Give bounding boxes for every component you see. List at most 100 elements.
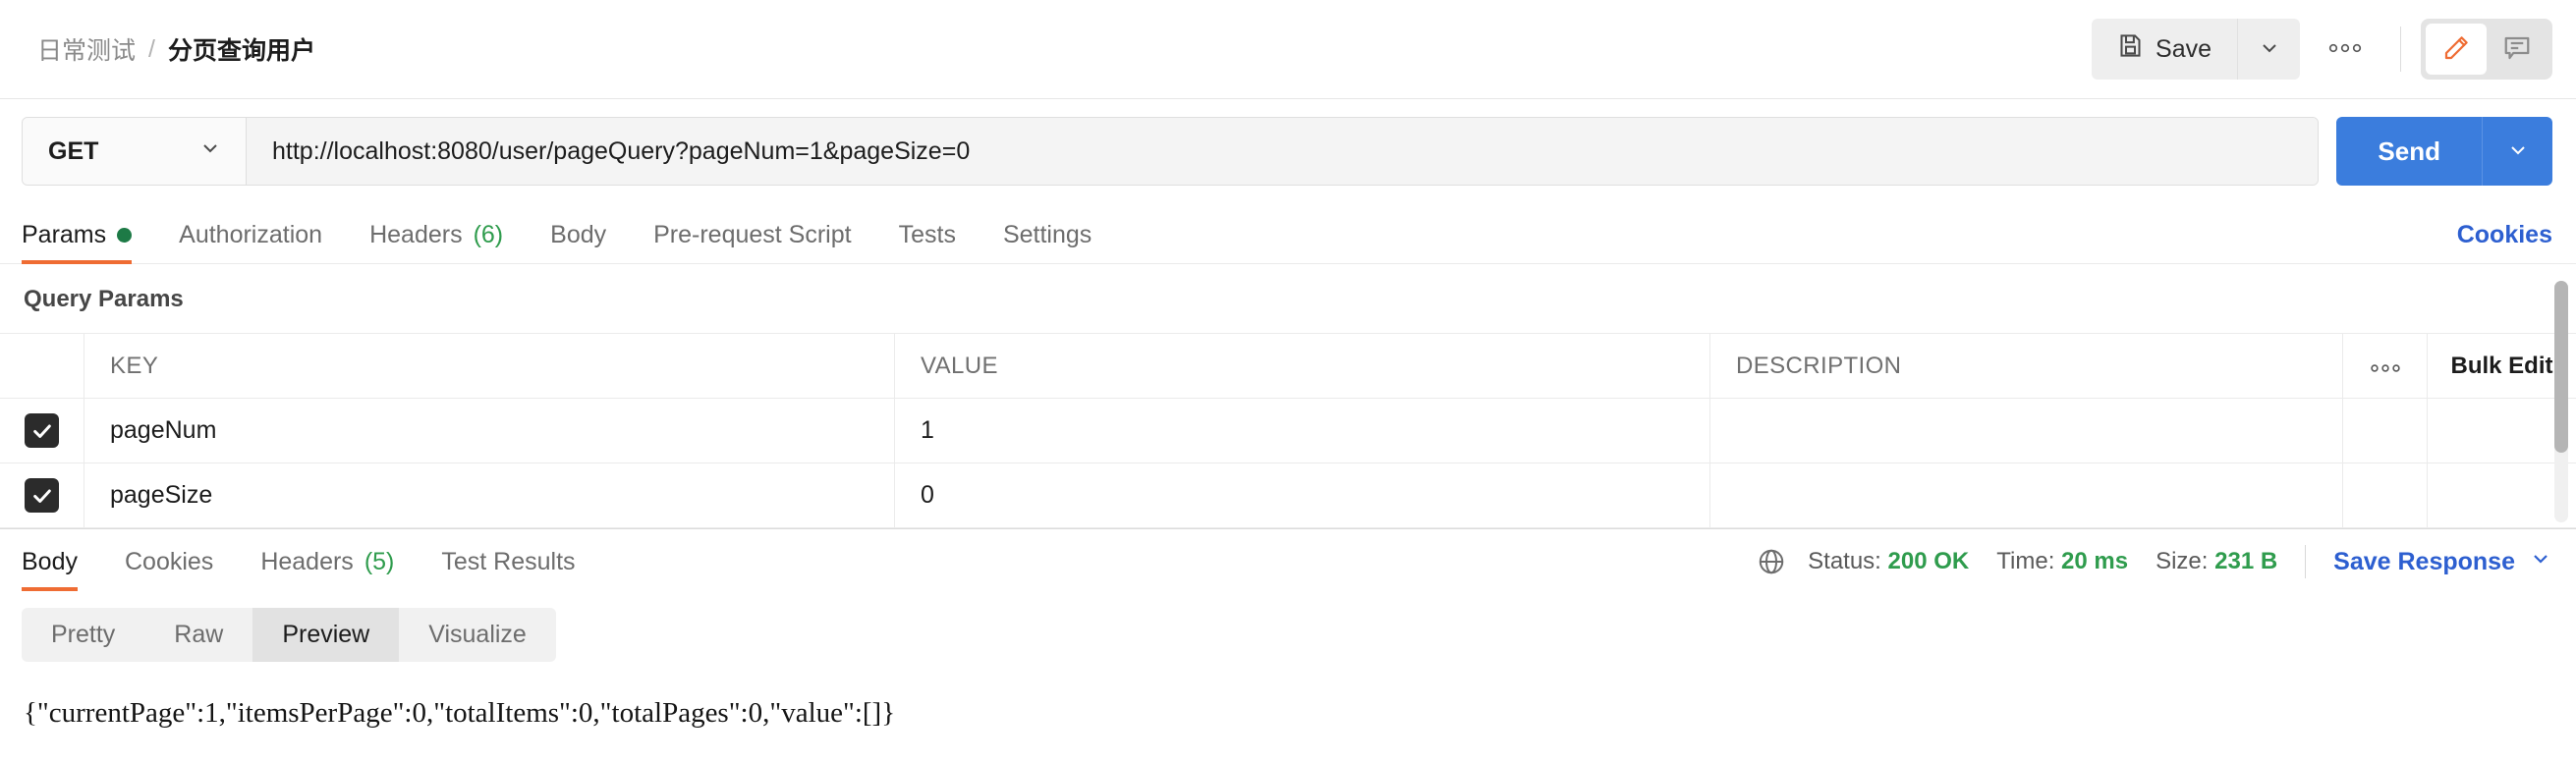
param-description-cell[interactable]	[1709, 399, 2342, 463]
header-actions: Save	[2092, 19, 2552, 80]
chevron-down-icon	[198, 136, 222, 167]
query-params-table: KEY VALUE DESCRIPTION Bulk Edit pageNum …	[0, 333, 2576, 528]
column-header-description: DESCRIPTION	[1709, 334, 2342, 398]
view-mode-raw[interactable]: Raw	[144, 608, 252, 662]
time-badge: Time: 20 ms	[1996, 548, 2128, 575]
row-spacer-dots-cell	[2342, 463, 2427, 527]
param-enabled-checkbox[interactable]	[25, 478, 59, 513]
chevron-down-icon	[2258, 36, 2281, 63]
tab-params[interactable]: Params	[22, 221, 132, 263]
response-tab-headers-label: Headers	[260, 548, 354, 576]
pencil-icon	[2441, 33, 2471, 66]
query-params-title: Query Params	[0, 264, 2576, 333]
param-enabled-checkbox[interactable]	[25, 413, 59, 448]
table-row[interactable]: pageSize 0	[0, 463, 2576, 527]
view-mode-pretty[interactable]: Pretty	[22, 608, 144, 662]
tab-headers[interactable]: Headers (6)	[369, 221, 503, 263]
tab-settings-label: Settings	[1003, 221, 1092, 249]
row-checkbox-cell	[0, 399, 84, 463]
time-value: 20 ms	[2061, 548, 2128, 574]
param-value-cell[interactable]: 1	[894, 399, 1709, 463]
param-value-cell[interactable]: 0	[894, 463, 1709, 527]
breadcrumb-current-request[interactable]: 分页查询用户	[168, 31, 315, 67]
response-tab-cookies[interactable]: Cookies	[125, 548, 213, 590]
response-tab-cookies-label: Cookies	[125, 548, 213, 576]
request-tabs: Params Authorization Headers (6) Body Pr…	[0, 203, 2576, 264]
tab-pre-request-script-label: Pre-request Script	[653, 221, 851, 249]
params-more-options-button[interactable]	[2342, 334, 2427, 398]
header-checkbox-cell	[0, 334, 84, 398]
response-tab-test-results-label: Test Results	[441, 548, 575, 576]
table-header-row: KEY VALUE DESCRIPTION Bulk Edit	[0, 333, 2576, 398]
globe-icon	[1757, 547, 1786, 576]
response-tab-headers-count: (5)	[364, 548, 395, 576]
ellipsis-icon	[2371, 353, 2400, 380]
view-mode-toggle-group	[2421, 19, 2552, 80]
comments-button[interactable]	[2487, 24, 2548, 75]
column-header-value: VALUE	[894, 334, 1709, 398]
response-tab-headers[interactable]: Headers (5)	[260, 548, 394, 590]
edit-mode-button[interactable]	[2426, 24, 2487, 75]
save-button-label: Save	[2156, 35, 2212, 64]
send-button[interactable]: Send	[2336, 117, 2482, 186]
row-spacer-dots-cell	[2342, 399, 2427, 463]
chevron-down-icon	[2529, 547, 2552, 577]
size-badge: Size: 231 B	[2156, 548, 2277, 575]
status-badge: Status: 200 OK	[1808, 548, 1969, 575]
params-modified-dot-icon	[117, 228, 132, 243]
http-method-label: GET	[48, 137, 98, 166]
size-value: 231 B	[2214, 548, 2277, 574]
chevron-down-icon	[2506, 138, 2530, 165]
response-tab-body[interactable]: Body	[22, 548, 78, 590]
request-pane-scrollbar[interactable]	[2554, 281, 2568, 522]
save-response-button[interactable]: Save Response	[2333, 547, 2552, 577]
header-divider	[2400, 27, 2401, 72]
response-tab-body-label: Body	[22, 548, 78, 576]
response-status-bar: Status: 200 OK Time: 20 ms Size: 231 B S…	[1757, 545, 2552, 590]
save-button[interactable]: Save	[2092, 19, 2237, 80]
tab-pre-request-script[interactable]: Pre-request Script	[653, 221, 851, 263]
response-body-content: {"currentPage":1,"itemsPerPage":0,"total…	[0, 662, 2576, 730]
http-method-select[interactable]: GET	[23, 118, 247, 185]
response-tab-test-results[interactable]: Test Results	[441, 548, 575, 590]
save-button-group: Save	[2092, 19, 2300, 80]
tab-settings[interactable]: Settings	[1003, 221, 1092, 263]
request-url-bar: GET Send	[0, 99, 2576, 203]
status-label: Status:	[1808, 548, 1881, 574]
ellipsis-icon	[2328, 42, 2362, 57]
status-divider	[2305, 545, 2306, 578]
tab-authorization-label: Authorization	[179, 221, 322, 249]
response-tabs: Body Cookies Headers (5) Test Results St…	[0, 529, 2576, 590]
view-mode-preview[interactable]: Preview	[252, 608, 399, 662]
tab-body-label: Body	[550, 221, 606, 249]
column-header-key: KEY	[84, 334, 894, 398]
param-key-cell[interactable]: pageSize	[84, 463, 894, 527]
request-url-input[interactable]	[247, 118, 2318, 185]
breadcrumb-separator: /	[148, 35, 155, 64]
floppy-disk-icon	[2117, 32, 2144, 66]
cookies-link[interactable]: Cookies	[2457, 221, 2552, 263]
view-mode-visualize[interactable]: Visualize	[399, 608, 556, 662]
breadcrumb: 日常测试 / 分页查询用户	[37, 31, 315, 67]
more-options-button[interactable]	[2310, 19, 2380, 80]
table-row[interactable]: pageNum 1	[0, 398, 2576, 463]
send-options-caret-button[interactable]	[2482, 117, 2552, 186]
method-and-url-group: GET	[22, 117, 2319, 186]
param-description-cell[interactable]	[1709, 463, 2342, 527]
tab-tests[interactable]: Tests	[899, 221, 956, 263]
scrollbar-thumb[interactable]	[2554, 281, 2568, 453]
save-response-label: Save Response	[2333, 548, 2515, 576]
tab-authorization[interactable]: Authorization	[179, 221, 322, 263]
row-checkbox-cell	[0, 463, 84, 527]
header-bar: 日常测试 / 分页查询用户 Save	[0, 0, 2576, 99]
comment-icon	[2502, 33, 2532, 66]
tab-headers-label: Headers	[369, 221, 463, 249]
save-options-caret-button[interactable]	[2237, 19, 2300, 80]
tab-body[interactable]: Body	[550, 221, 606, 263]
param-key-cell[interactable]: pageNum	[84, 399, 894, 463]
tab-params-label: Params	[22, 221, 106, 249]
breadcrumb-collection[interactable]: 日常测试	[37, 31, 136, 67]
size-label: Size:	[2156, 548, 2208, 574]
response-viewer-toolbar: Pretty Raw Preview Visualize	[0, 590, 2576, 662]
response-view-mode-segmented: Pretty Raw Preview Visualize	[22, 608, 556, 662]
